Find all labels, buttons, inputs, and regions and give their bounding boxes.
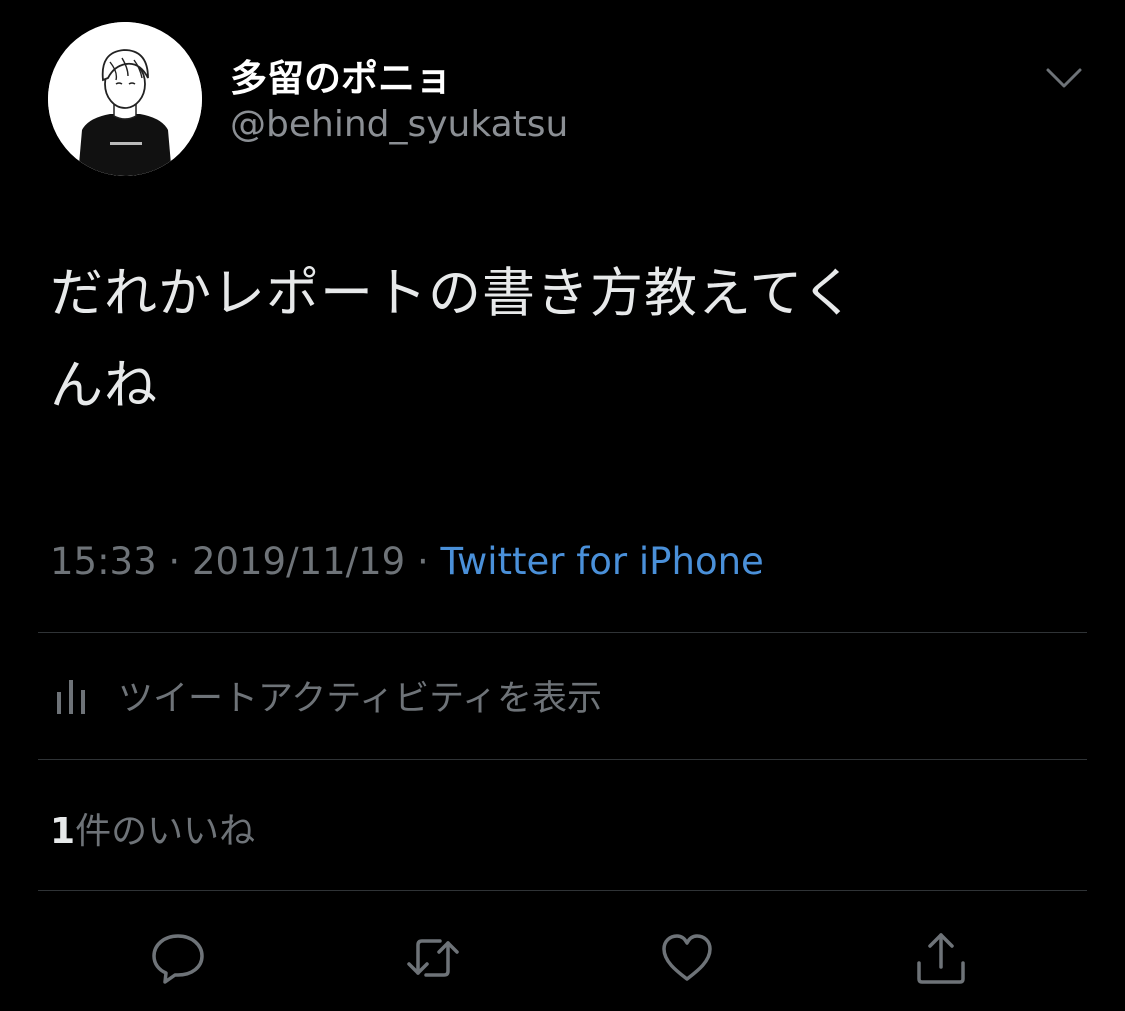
tweet-text: だれかレポートの書き方教えてく んね (50, 248, 1050, 432)
likes-count: 1 (50, 811, 76, 852)
chevron-down-icon[interactable] (1044, 64, 1084, 92)
bar-chart-icon (57, 679, 85, 714)
likes-label: 件のいいね (75, 811, 256, 852)
retweet-button[interactable] (403, 928, 463, 988)
tweet-text-line: んね (50, 355, 158, 416)
divider (38, 632, 1087, 633)
share-button[interactable] (911, 928, 971, 988)
tweet-meta: 15:33 · 2019/11/19 · Twitter for iPhone (50, 540, 764, 583)
avatar[interactable] (48, 22, 202, 176)
reply-icon (152, 934, 204, 984)
like-button[interactable] (657, 928, 717, 988)
divider (38, 759, 1087, 760)
tweet-text-line: だれかレポートの書き方教えてく (50, 263, 856, 324)
retweet-icon (407, 939, 459, 977)
activity-label: ツイートアクティビティを表示 (118, 679, 603, 719)
display-name[interactable]: 多留のポニョ (230, 48, 452, 102)
heart-icon (662, 934, 712, 981)
share-icon (917, 933, 965, 984)
tweet-date: 2019/11/19 (191, 540, 406, 583)
likes-count-link[interactable]: 1件のいいね (50, 802, 255, 854)
meta-separator: · (405, 540, 441, 583)
view-tweet-activity-button[interactable]: ツイートアクティビティを表示 (54, 670, 602, 721)
tweet-source-link[interactable]: Twitter for iPhone (441, 540, 764, 583)
tweet-time: 15:33 (50, 540, 157, 583)
divider (38, 890, 1087, 891)
reply-button[interactable] (148, 928, 208, 988)
user-handle[interactable]: @behind_syukatsu (230, 104, 568, 145)
avatar-illustration (48, 22, 202, 176)
meta-separator: · (156, 540, 192, 583)
